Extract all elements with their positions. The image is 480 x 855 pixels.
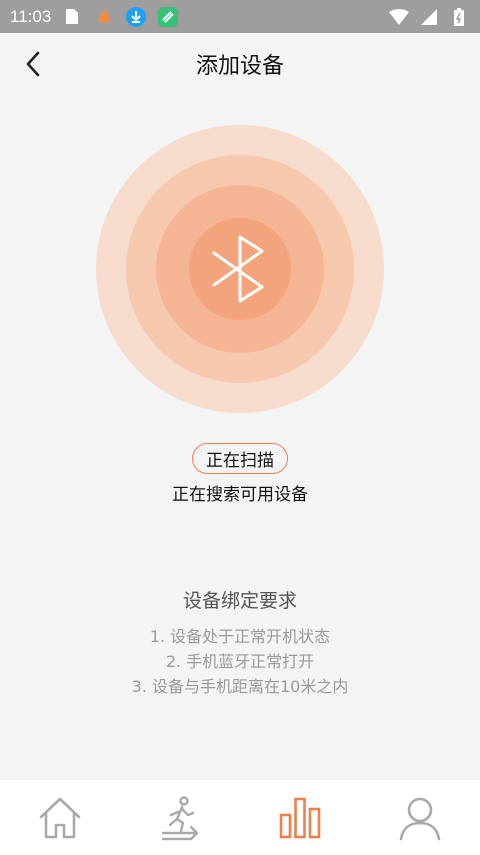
- fire-icon: [93, 6, 115, 28]
- wifi-icon: [388, 6, 410, 28]
- home-icon: [39, 797, 81, 838]
- tab-home[interactable]: [30, 788, 90, 848]
- status-notification-icons: [61, 6, 179, 28]
- bottom-tab-bar: [0, 780, 480, 855]
- scan-radar: [96, 125, 384, 413]
- page-title: 添加设备: [195, 54, 284, 79]
- treadmill-runner-icon: [161, 795, 199, 840]
- requirement-item: 2. 手机蓝牙正常打开: [165, 652, 315, 671]
- bluetooth-icon: [212, 235, 264, 303]
- battery-icon: [448, 6, 470, 28]
- status-time: 11:03: [10, 6, 52, 26]
- download-icon: [125, 6, 147, 28]
- app-bar: 添加设备: [0, 33, 480, 95]
- sim-card-icon: [61, 6, 83, 28]
- bar-chart-icon: [279, 797, 321, 838]
- signal-icon: [418, 6, 440, 28]
- requirements-list: 1. 设备处于正常开机状态 2. 手机蓝牙正常打开 3. 设备与手机距离在10米…: [0, 624, 480, 699]
- status-bar: 11:03: [0, 0, 480, 33]
- status-system-icons: [388, 6, 470, 28]
- person-icon: [399, 797, 441, 840]
- tab-data[interactable]: [270, 788, 330, 848]
- chevron-left-icon: [26, 51, 40, 77]
- tab-profile[interactable]: [390, 788, 450, 848]
- scan-status-text: 正在搜索可用设备: [172, 485, 308, 505]
- scan-status-badge: 正在扫描: [192, 443, 288, 474]
- app-icon: [157, 6, 179, 28]
- requirements-title: 设备绑定要求: [182, 590, 297, 612]
- requirement-item: 1. 设备处于正常开机状态: [149, 627, 331, 646]
- back-button[interactable]: [18, 49, 48, 79]
- requirement-item: 3. 设备与手机距离在10米之内: [131, 677, 349, 696]
- tab-sport[interactable]: [150, 788, 210, 848]
